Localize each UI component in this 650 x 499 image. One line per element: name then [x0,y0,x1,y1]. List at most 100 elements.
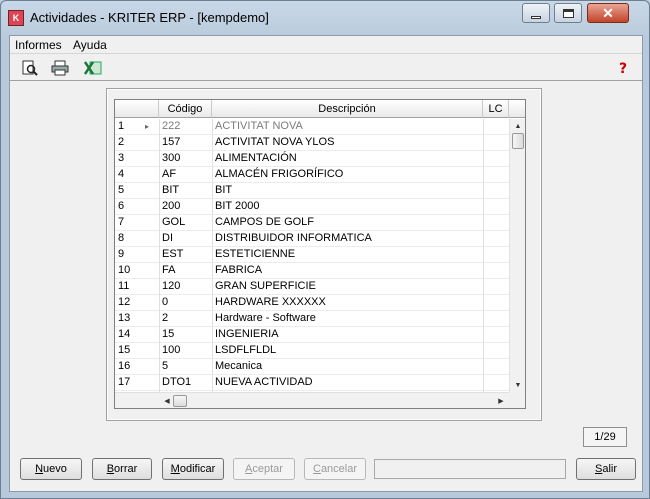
row-number: 2 [118,136,125,148]
cell-descripcion: BIT [212,183,483,199]
print-button[interactable] [50,58,70,78]
title-bar[interactable]: K Actividades - KRITER ERP - [kempdemo] … [1,1,649,35]
table-row[interactable]: 3 300 ALIMENTACIÓN [115,151,509,167]
cell-lc [483,215,509,231]
maximize-button[interactable] [554,3,582,23]
cell-descripcion: BIT 2000 [212,199,483,215]
activities-grid[interactable]: Código Descripción LC 1 ▸ 222 ACTIVITAT NOV… [114,99,526,409]
grid-header: Código Descripción LC [115,100,525,118]
window-title: Actividades - KRITER ERP - [kempdemo] [30,10,269,25]
header-descripcion[interactable]: Descripción [212,100,483,118]
cell-descripcion: INGENIERIA [212,327,483,343]
modificar-label: odificar [179,463,216,475]
borrar-button[interactable]: Borrar [92,458,152,480]
row-number: 9 [118,248,125,260]
menu-informes[interactable]: Informes [15,38,62,52]
cell-codigo: 100 [159,343,212,359]
help-icon: ? [619,61,627,76]
salir-button[interactable]: Salir [576,458,636,480]
row-number: 3 [118,152,125,164]
table-row[interactable]: 14 15 INGENIERIA [115,327,509,343]
modificar-button[interactable]: Modificar [162,458,224,480]
cell-lc [483,199,509,215]
cell-descripcion: NUEVA ACTIVIDAD [212,375,483,391]
row-number: 17 [118,376,131,388]
vertical-scrollbar[interactable]: ▲ ▼ [509,119,525,392]
scroll-up-icon[interactable]: ▲ [510,119,525,133]
print-preview-icon [22,60,38,76]
print-preview-button[interactable] [20,58,40,78]
table-row[interactable]: 16 5 Mecanica [115,359,509,375]
horizontal-scrollbar[interactable]: ◀ ▶ [115,392,509,408]
menu-ayuda[interactable]: Ayuda [73,38,107,52]
close-icon: ✕ [602,4,614,21]
cell-codigo: 15 [159,327,212,343]
header-codigo[interactable]: Código [159,100,212,118]
grid-frame: Código Descripción LC 1 ▸ 222 ACTIVITAT NOV… [106,88,542,421]
table-row[interactable]: 2 157 ACTIVITAT NOVA YLOS [115,135,509,151]
table-row[interactable]: 5 BIT BIT [115,183,509,199]
current-row-indicator-icon: ▸ [145,122,150,131]
cell-descripcion: HARDWARE XXXXXX [212,295,483,311]
salir-accel: S [594,463,603,475]
table-row[interactable]: 7 GOL CAMPOS DE GOLF [115,215,509,231]
nuevo-accel: N [35,463,44,475]
row-number: 15 [118,344,131,356]
cell-lc [483,247,509,263]
header-lc[interactable]: LC [483,100,509,118]
excel-export-icon [84,61,102,75]
app-window: K Actividades - KRITER ERP - [kempdemo] … [0,0,650,499]
table-row[interactable]: 9 EST ESTETICIENNE [115,247,509,263]
nuevo-label: uevo [43,463,67,475]
cell-lc [483,311,509,327]
help-button[interactable]: ? [614,58,634,78]
cell-lc [483,135,509,151]
cell-descripcion: ESTETICIENNE [212,247,483,263]
table-row[interactable]: 6 200 BIT 2000 [115,199,509,215]
row-number: 13 [118,312,131,324]
table-row[interactable]: 10 FA FABRICA [115,263,509,279]
row-number: 10 [118,264,131,276]
row-number: 11 [118,280,130,292]
table-row[interactable]: 15 100 LSDFLFLDL [115,343,509,359]
cancelar-button[interactable]: Cancelar [304,458,366,480]
row-number: 8 [118,232,125,244]
toolbar: ? [10,55,642,81]
grid-rows: 1 ▸ 222 ACTIVITAT NOVA 2 157 ACTIVITAT NOVA YL… [115,119,509,392]
vertical-scroll-thumb[interactable] [512,133,524,149]
excel-export-button[interactable] [83,58,103,78]
aceptar-accel: A [245,463,253,475]
aceptar-button[interactable]: Aceptar [233,458,295,480]
horizontal-scroll-thumb[interactable] [173,395,187,407]
cell-descripcion: ALIMENTACIÓN [212,151,483,167]
borrar-label: orrar [114,463,138,475]
svg-text:?: ? [619,61,627,76]
status-field [374,459,566,479]
modificar-accel: M [170,463,180,475]
table-row[interactable]: 1 ▸ 222 ACTIVITAT NOVA [115,119,509,135]
scroll-down-icon[interactable]: ▼ [510,378,525,392]
cancelar-label: ancelar [320,463,358,475]
cell-lc [483,151,509,167]
cell-codigo: 300 [159,151,212,167]
row-number: 5 [118,184,125,196]
cell-codigo: 200 [159,199,212,215]
table-row[interactable]: 4 AF ALMACÉN FRIGORÍFICO [115,167,509,183]
close-button[interactable]: ✕ [587,3,629,23]
minimize-button[interactable] [522,3,550,23]
table-row[interactable]: 8 DI DISTRIBUIDOR INFORMATICA [115,231,509,247]
cell-descripcion: Hardware - Software [212,311,483,327]
menu-bar: Informes Ayuda [10,36,642,54]
nuevo-button[interactable]: Nuevo [20,458,82,480]
cell-lc [483,295,509,311]
table-row[interactable]: 13 2 Hardware - Software [115,311,509,327]
table-row[interactable]: 12 0 HARDWARE XXXXXX [115,295,509,311]
cell-descripcion: Mecanica [212,359,483,375]
table-row[interactable]: 17 DTO1 NUEVA ACTIVIDAD [115,375,509,391]
cell-codigo: DI [159,231,212,247]
cell-codigo: 5 [159,359,212,375]
minimize-icon [531,15,541,19]
table-row[interactable]: 11 120 GRAN SUPERFICIE [115,279,509,295]
scroll-right-icon[interactable]: ▶ [493,393,509,408]
cell-lc [483,359,509,375]
